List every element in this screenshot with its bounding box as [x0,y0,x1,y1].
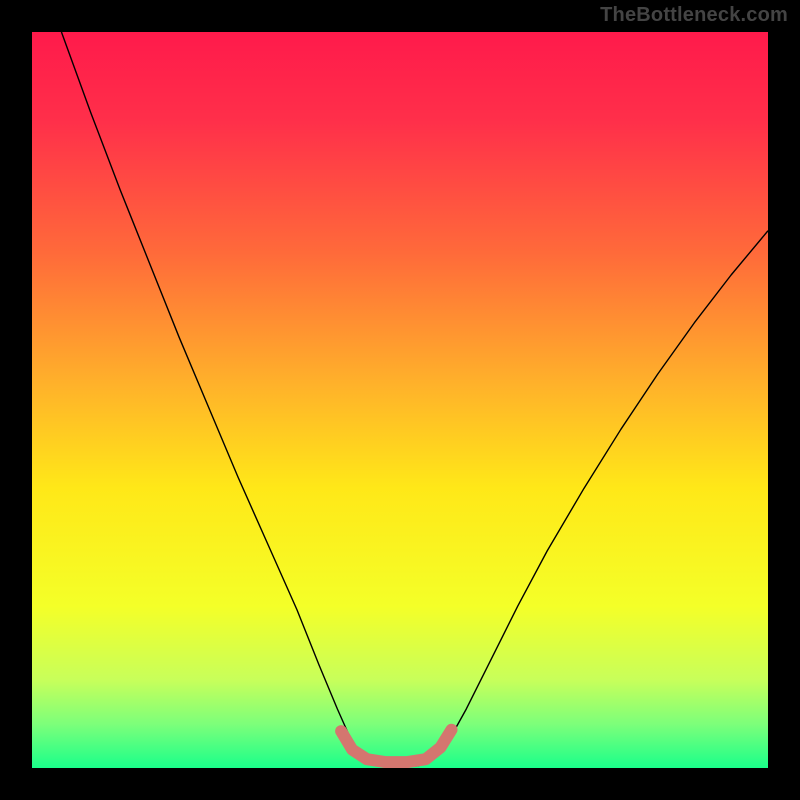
watermark-label: TheBottleneck.com [600,4,788,27]
gradient-background [32,32,768,768]
chart-container: TheBottleneck.com [0,0,800,800]
chart-svg [32,32,768,768]
plot-area [32,32,768,768]
